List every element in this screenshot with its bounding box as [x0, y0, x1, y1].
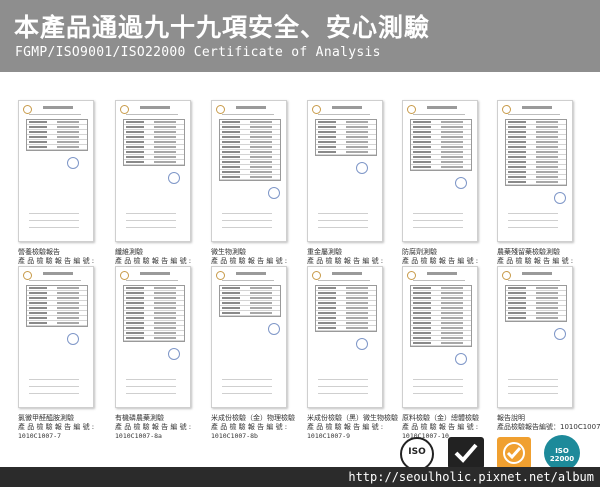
- caption-report-number-label: 產 品 檢 驗 報 告 編 號 :: [115, 257, 192, 265]
- certificate-document-thumbnail[interactable]: [307, 100, 383, 242]
- iso-certification-logo: ISO: [400, 437, 434, 471]
- caption-report-number: 1010C1007-9: [307, 432, 351, 440]
- caption-title: 報告說明: [497, 414, 525, 422]
- lab-logo-icon: [23, 271, 32, 280]
- certificate-document-thumbnail[interactable]: [497, 100, 573, 242]
- seal-stamp-icon: [268, 323, 280, 335]
- iso-logo-text: ISO: [408, 447, 426, 457]
- lab-logo-icon: [502, 105, 511, 114]
- certificate-document-thumbnail[interactable]: [211, 266, 287, 408]
- caption-report-number-label: 產 品 檢 驗 報 告 編 號 :: [307, 257, 384, 265]
- lab-logo-icon: [23, 105, 32, 114]
- footer-bar: http://seoulholic.pixnet.net/album: [0, 467, 600, 487]
- iso22000-certification-logo: ISO 22000: [544, 435, 580, 471]
- seal-stamp-icon: [67, 157, 79, 169]
- caption-title: 米成份檢驗（金）物理檢驗: [211, 414, 295, 422]
- certificate-document-thumbnail[interactable]: [307, 266, 383, 408]
- seal-stamp-icon: [455, 177, 467, 189]
- seal-stamp-icon: [168, 348, 180, 360]
- caption-title: 有機磷農藥測驗: [115, 414, 164, 422]
- caption-report-number-label: 產 品 檢 驗 報 告 編 號 :: [402, 257, 479, 265]
- seal-stamp-icon: [554, 328, 566, 340]
- seal-stamp-icon: [67, 333, 79, 345]
- certificate-document-thumbnail[interactable]: [497, 266, 573, 408]
- lab-logo-icon: [216, 271, 225, 280]
- caption-title: 重金屬測驗: [307, 248, 342, 256]
- seal-stamp-icon: [356, 162, 368, 174]
- certificate-grid: 營養檢驗報告產 品 檢 驗 報 告 編 號 :1010C1007-1纖維測驗產 …: [0, 0, 600, 487]
- caption-report-number-label: 產 品 檢 驗 報 告 編 號 :: [115, 423, 192, 431]
- orange-check-certification-icon: [497, 437, 531, 469]
- caption-title: 氯黴甲醛醯胺測驗: [18, 414, 74, 422]
- caption-title: 纖維測驗: [115, 248, 143, 256]
- caption-report-number-label: 產 品 檢 驗 報 告 編 號 :: [497, 257, 574, 265]
- lab-logo-icon: [407, 105, 416, 114]
- lab-logo-icon: [120, 271, 129, 280]
- seal-stamp-icon: [554, 192, 566, 204]
- certificate-document-thumbnail[interactable]: [402, 266, 478, 408]
- caption-report-number-label: 產 品 檢 驗 報 告 編 號 :: [211, 257, 288, 265]
- caption-report-number: 1010C1007-7: [18, 432, 62, 440]
- lab-logo-icon: [407, 271, 416, 280]
- seal-stamp-icon: [268, 187, 280, 199]
- caption-report-number-label: 產 品 檢 驗 報 告 編 號 :: [211, 423, 288, 431]
- lab-logo-icon: [312, 105, 321, 114]
- caption-report-number-label: 產 品 檢 驗 報 告 編 號 :: [307, 423, 384, 431]
- caption-report-number-label: 產品檢驗報告編號：1010C1007: [497, 423, 600, 431]
- album-url-link[interactable]: http://seoulholic.pixnet.net/album: [348, 470, 594, 484]
- certificate-document-thumbnail[interactable]: [211, 100, 287, 242]
- lab-logo-icon: [120, 105, 129, 114]
- caption-report-number-label: 產 品 檢 驗 報 告 編 號 :: [18, 423, 95, 431]
- certificate-document-thumbnail[interactable]: [18, 100, 94, 242]
- caption-title: 防腐劑測驗: [402, 248, 437, 256]
- seal-stamp-icon: [168, 172, 180, 184]
- caption-title: 米成份檢驗（黑）微生物檢驗: [307, 414, 398, 422]
- certificate-document-thumbnail[interactable]: [402, 100, 478, 242]
- seal-stamp-icon: [356, 338, 368, 350]
- certificate-document-thumbnail[interactable]: [115, 100, 191, 242]
- seal-stamp-icon: [455, 353, 467, 365]
- caption-title: 農藥殘留藥檢驗測驗: [497, 248, 560, 256]
- caption-report-number: 1010C1007-8a: [115, 432, 162, 440]
- checkmark-certification-icon: [448, 437, 484, 469]
- lab-logo-icon: [312, 271, 321, 280]
- certificate-document-thumbnail[interactable]: [115, 266, 191, 408]
- caption-title: 原料檢驗（金）總體檢驗: [402, 414, 479, 422]
- certificate-document-thumbnail[interactable]: [18, 266, 94, 408]
- lab-logo-icon: [502, 271, 511, 280]
- caption-title: 營養檢驗報告: [18, 248, 60, 256]
- caption-title: 微生物測驗: [211, 248, 246, 256]
- caption-report-number: 1010C1007-8b: [211, 432, 258, 440]
- iso22000-logo-text: ISO 22000: [549, 447, 575, 463]
- caption-report-number-label: 產 品 檢 驗 報 告 編 號 :: [18, 257, 95, 265]
- caption-report-number-label: 產 品 檢 驗 報 告 編 號 :: [402, 423, 479, 431]
- lab-logo-icon: [216, 105, 225, 114]
